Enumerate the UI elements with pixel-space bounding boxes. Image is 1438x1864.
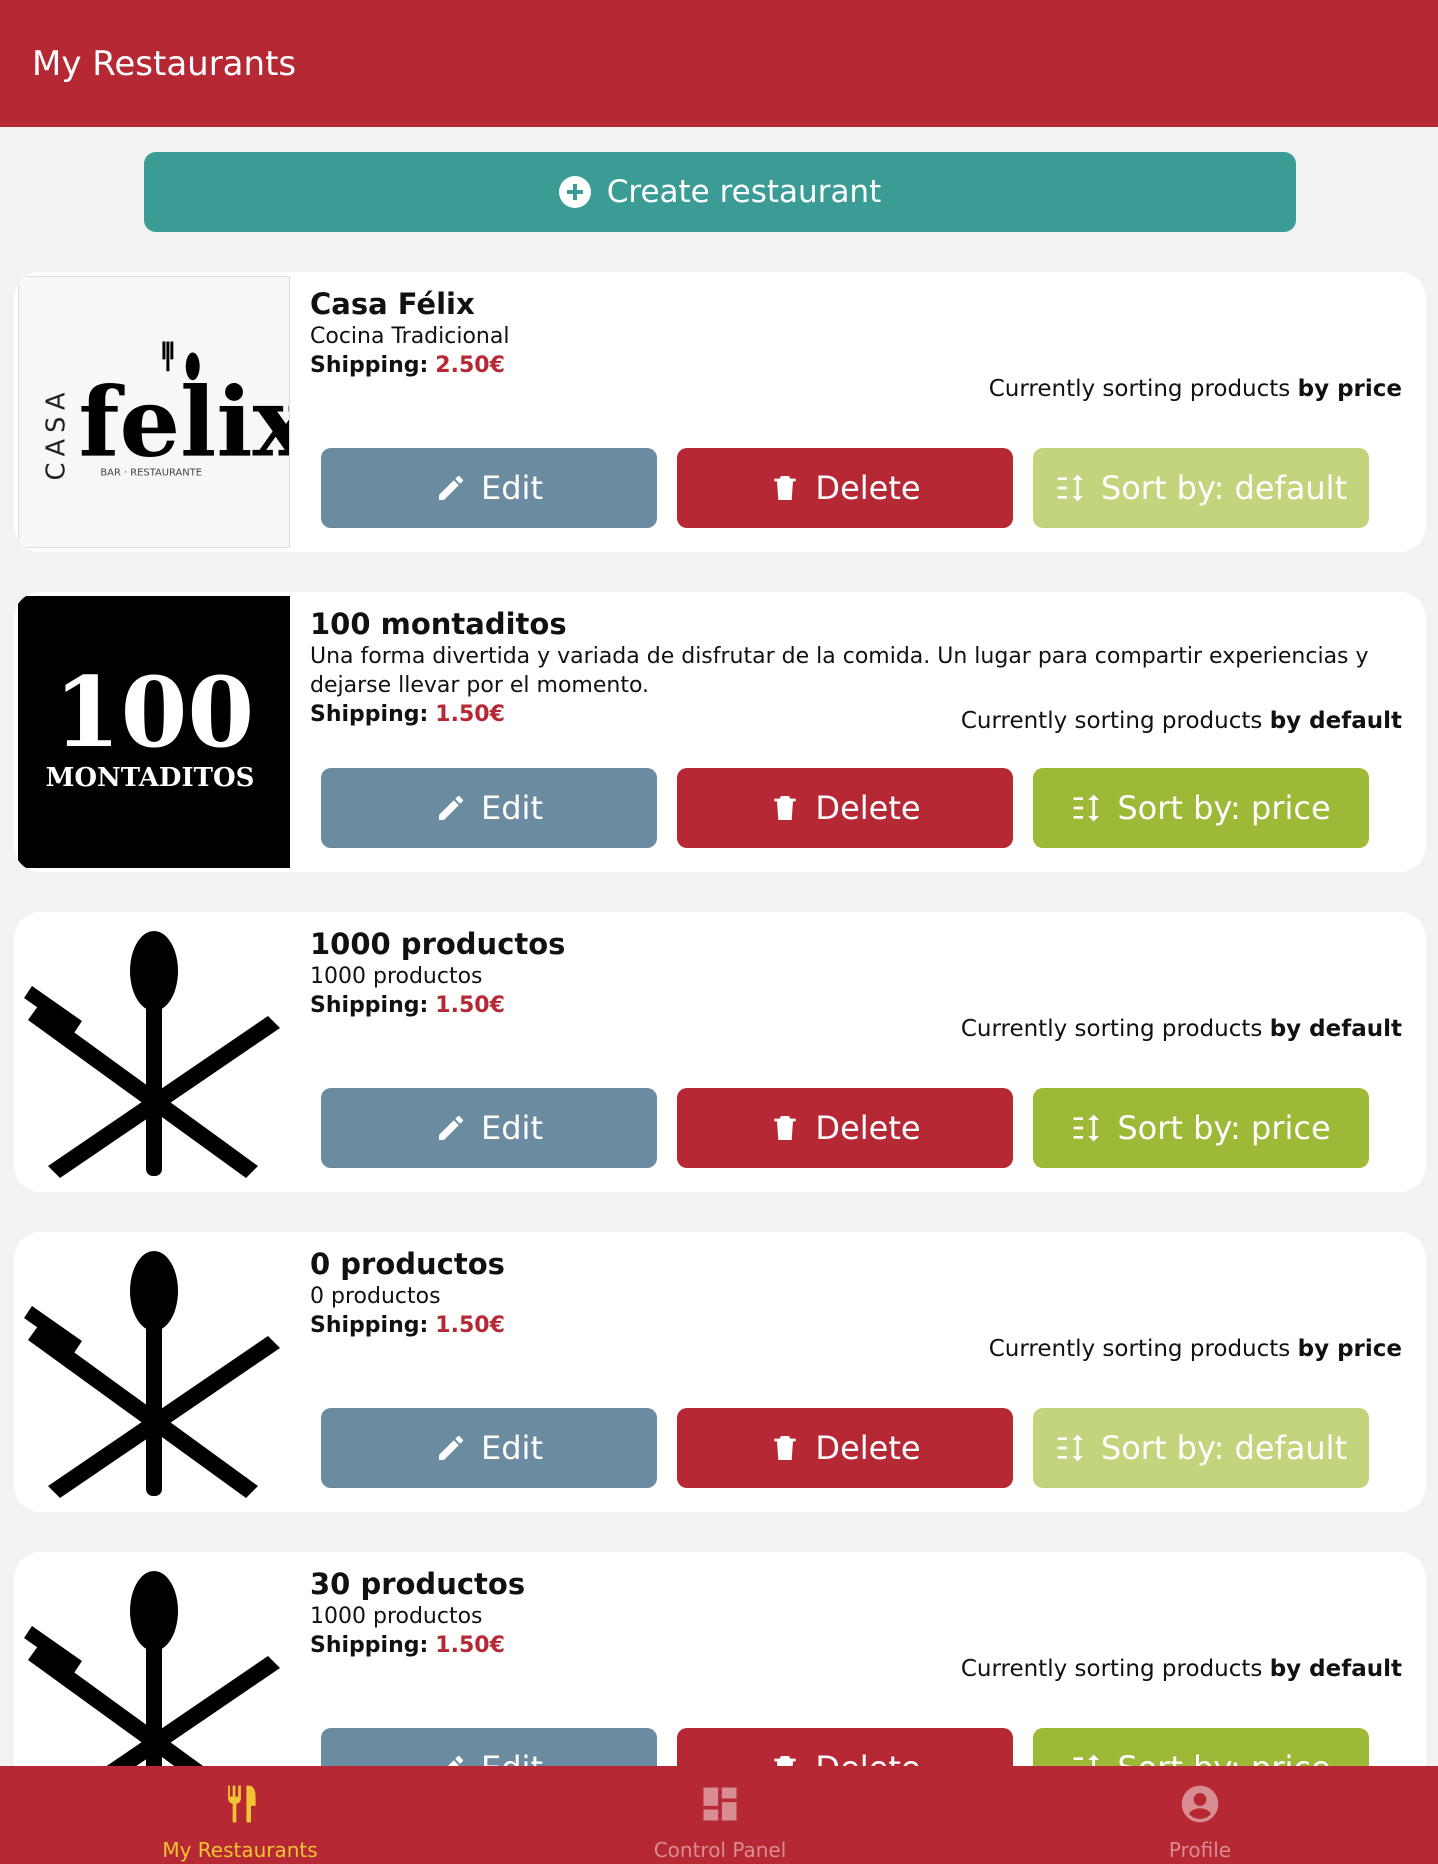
sort-icon [1057, 474, 1083, 502]
edit-button[interactable]: Edit [321, 448, 657, 528]
sort-button[interactable]: Sort by: default [1033, 448, 1369, 528]
pencil-icon [439, 1435, 464, 1460]
edit-button[interactable]: Edit [321, 1728, 657, 1766]
trash-icon [774, 476, 797, 500]
trash-icon [774, 1756, 797, 1766]
trash-icon [774, 1116, 797, 1140]
restaurant-name: 1000 productos [310, 927, 566, 961]
edit-button[interactable]: Edit [321, 1408, 657, 1488]
cutlery-icon [24, 931, 280, 1178]
restaurant-name: 30 productos [310, 1567, 526, 1601]
trash-icon [774, 1436, 797, 1460]
sort-button[interactable]: Sort by: default [1033, 1408, 1369, 1488]
sort-button[interactable]: Sort by: price [1033, 1728, 1369, 1766]
restaurant-name: 0 productos [310, 1247, 505, 1281]
restaurant-description: Cocina Tradicional [310, 324, 510, 349]
restaurant-logo [18, 1236, 290, 1508]
sorting-status: Currently sorting products by price [988, 1336, 1402, 1362]
trash-icon [774, 796, 797, 820]
restaurant-card: 0 productos 0 productos Shipping: 1.50€ … [14, 1232, 1426, 1512]
restaurant-description: 1000 productos [310, 1604, 483, 1629]
delete-button[interactable]: Delete [677, 1408, 1013, 1488]
restaurant-logo: CASA felix BAR · RESTAURANTE [18, 276, 290, 548]
sort-icon [1074, 1114, 1100, 1142]
page-title: My Restaurants [32, 44, 297, 84]
cutlery-icon [24, 1571, 280, 1766]
restaurant-description: 1000 productos [310, 964, 483, 989]
sorting-status: Currently sorting products by default [960, 1656, 1402, 1682]
plus-circle-icon [558, 176, 591, 208]
svg-text:felix: felix [79, 368, 289, 479]
create-restaurant-button[interactable]: Create restaurant [144, 152, 1296, 232]
sorting-status: Currently sorting products by default [960, 708, 1402, 734]
dashboard-icon [703, 1787, 737, 1821]
svg-text:CASA: CASA [42, 387, 72, 481]
sort-button[interactable]: Sort by: price [1033, 768, 1369, 848]
tab-label: Profile [1168, 1838, 1232, 1862]
sort-icon [1057, 1434, 1083, 1462]
restaurant-description: 0 productos [310, 1284, 441, 1309]
pencil-icon [439, 1115, 464, 1140]
delete-button[interactable]: Delete [677, 1728, 1013, 1766]
tab-my-restaurants[interactable]: My Restaurants [90, 1766, 390, 1864]
svg-text:MONTADITOS: MONTADITOS [46, 763, 255, 793]
sort-button[interactable]: Sort by: price [1033, 1088, 1369, 1168]
restaurant-name: 100 montaditos [310, 607, 567, 641]
restaurant-card: CASA felix BAR · RESTAURANTE Casa Félix … [14, 272, 1426, 552]
svg-text:100: 100 [54, 656, 254, 769]
restaurant-card: 1000 productos 1000 productos Shipping: … [14, 912, 1426, 1192]
edit-button[interactable]: Edit [321, 768, 657, 848]
tab-control-panel[interactable]: Control Panel [570, 1766, 870, 1864]
delete-button[interactable]: Delete [677, 768, 1013, 848]
cutlery-icon [24, 1251, 280, 1498]
restaurant-logo [18, 916, 290, 1188]
restaurant-list[interactable]: CASA felix BAR · RESTAURANTE Casa Félix … [14, 272, 1426, 1766]
svg-text:BAR · RESTAURANTE: BAR · RESTAURANTE [100, 468, 202, 479]
pencil-icon [439, 475, 464, 500]
restaurant-name: Casa Félix [310, 287, 475, 321]
casa-felix-logo: CASA felix BAR · RESTAURANTE [42, 341, 289, 481]
fork-knife-icon [227, 1785, 256, 1823]
app-header: My Restaurants [0, 0, 1438, 127]
sorting-status: Currently sorting products by default [960, 1016, 1402, 1042]
edit-button[interactable]: Edit [321, 1088, 657, 1168]
restaurant-description: Una forma divertida y variada de disfrut… [310, 644, 1369, 698]
restaurant-logo [18, 1556, 290, 1766]
user-circle-icon [1181, 1785, 1219, 1823]
tab-label: Control Panel [653, 1838, 787, 1862]
restaurant-card: 30 productos 1000 productos Shipping: 1.… [14, 1552, 1426, 1766]
sorting-status: Currently sorting products by price [988, 376, 1402, 402]
tab-profile[interactable]: Profile [1050, 1766, 1350, 1864]
pencil-icon [439, 795, 464, 820]
tab-label: My Restaurants [162, 1838, 318, 1862]
delete-button[interactable]: Delete [677, 448, 1013, 528]
pencil-icon [448, 1755, 464, 1766]
create-restaurant-label: Create restaurant [606, 174, 882, 210]
restaurant-card: 100 MONTADITOS 100 montaditos Una forma … [14, 592, 1426, 872]
restaurant-logo: 100 MONTADITOS [18, 596, 290, 868]
bottom-tab-bar: My Restaurants Control Panel Profile [0, 1766, 1438, 1864]
sort-icon [1074, 794, 1100, 822]
delete-button[interactable]: Delete [677, 1088, 1013, 1168]
sort-icon [1074, 1754, 1100, 1766]
montaditos-logo: 100 MONTADITOS [46, 656, 255, 793]
